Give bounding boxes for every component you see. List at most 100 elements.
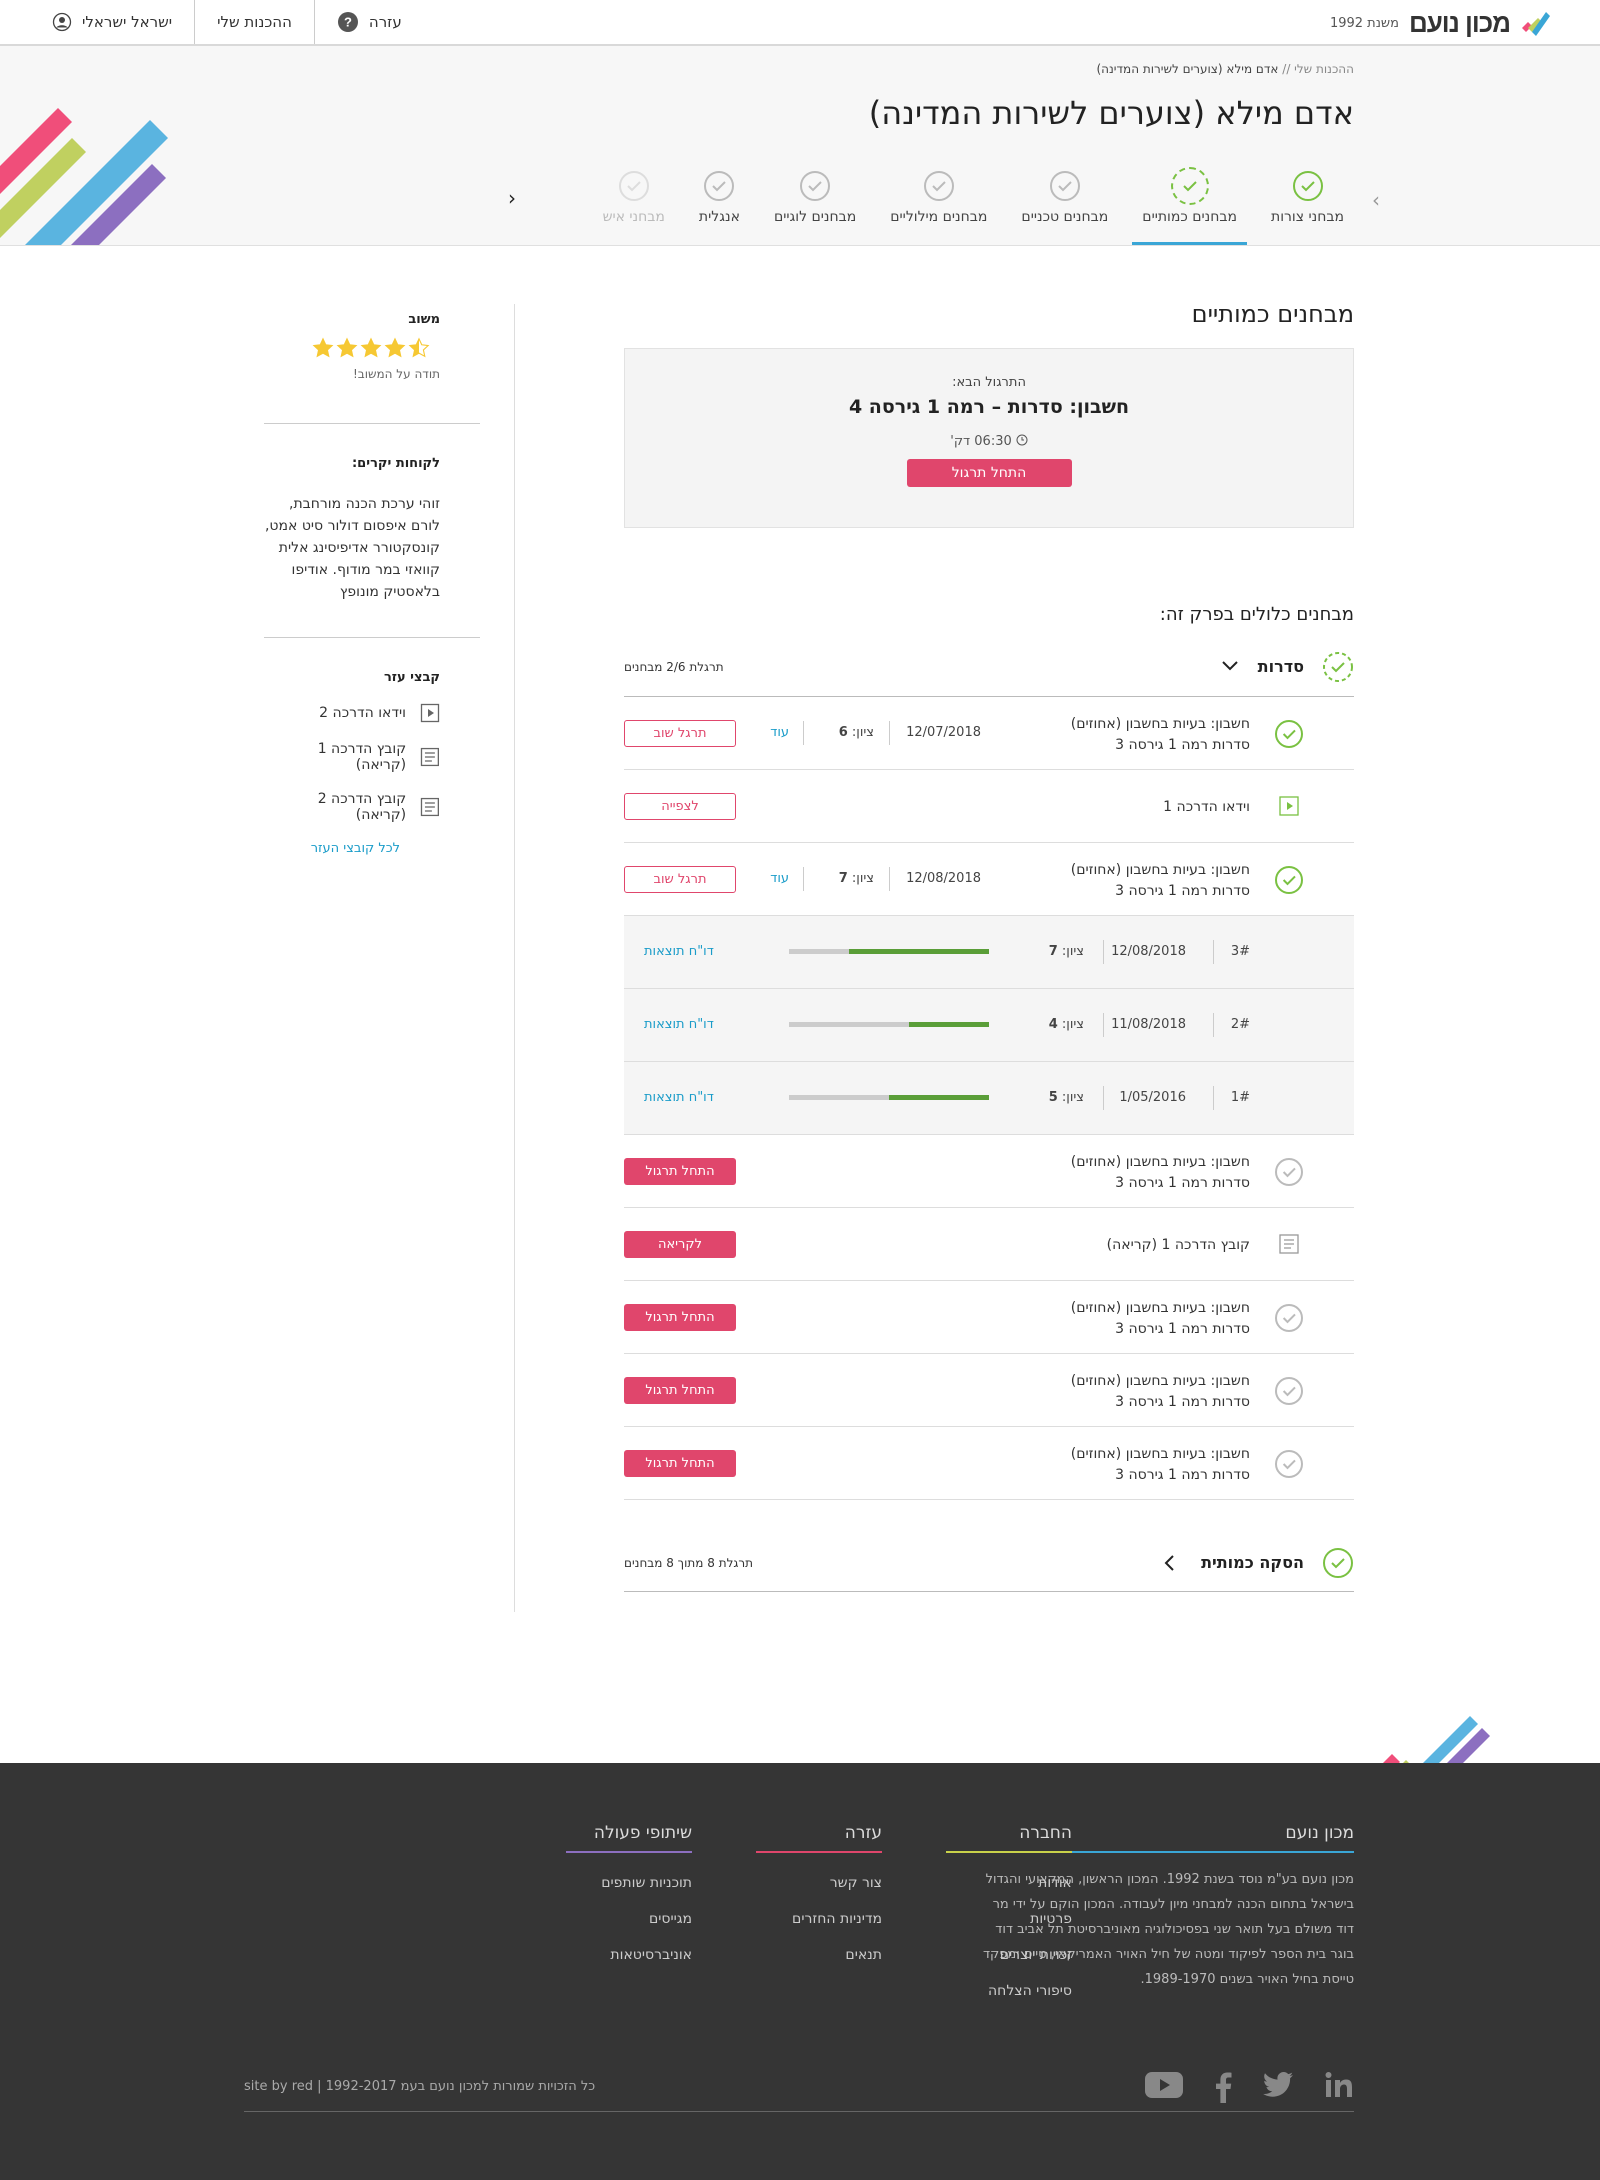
row-action-button[interactable]: לקריאה — [624, 1231, 736, 1258]
tab-label: מבחנים לוגיים — [773, 209, 857, 225]
score-value: 4 — [1048, 1017, 1058, 1032]
breadcrumb-parent[interactable]: ההכנות שלי // — [1282, 62, 1354, 76]
logo[interactable]: מכון נועם משנת 1992 — [1330, 6, 1550, 40]
more-link[interactable]: עוד — [770, 725, 789, 740]
tab-1[interactable]: מבחנים כמותיים — [1132, 167, 1248, 245]
chevron-down-icon[interactable] — [1221, 659, 1239, 673]
chevron-left-icon[interactable] — [1162, 1554, 1176, 1572]
group-header-quantitative-reasoning[interactable]: הסקה כמותית תרגלת 8 מתוך 8 מבחנים — [624, 1500, 1354, 1592]
attempt-score: ציון: 4 — [1049, 1017, 1084, 1032]
footer-link[interactable]: פרטיות — [946, 1911, 1072, 1927]
breadcrumb: ההכנות שלי // אדם מילא (צוערים לשירות המ… — [1096, 62, 1354, 76]
footer-link[interactable]: זכויות יוצרים — [946, 1947, 1072, 1963]
attempt-date: 12/08/2018 — [1111, 944, 1186, 959]
item-title: קובץ הדרכה 1 (קריאה) — [1106, 1237, 1250, 1253]
attempt-row: 1# 1/05/2016 ציון: 5 דו"ח תוצאות — [624, 1062, 1354, 1135]
more-link[interactable]: עוד — [770, 871, 789, 886]
tab-5[interactable]: אנגלית — [689, 171, 750, 245]
help-file-item[interactable]: קובץ הדרכה 1 (קריאה) — [264, 741, 440, 773]
row-action-button[interactable]: התחל תרגול — [624, 1450, 736, 1477]
score-bar-fill — [909, 1022, 989, 1027]
row-action-button[interactable]: לצפייה — [624, 793, 736, 820]
tab-3[interactable]: מבחנים מילוליים — [880, 171, 997, 245]
star-icon[interactable] — [312, 337, 334, 359]
my-preparations-label: ההכנות שלי — [217, 13, 292, 31]
row-action-button[interactable]: תרגל שוב — [624, 720, 736, 747]
group-progress: תרגלת 8 מתוך 8 מבחנים — [624, 1556, 754, 1570]
check-circle-icon — [1323, 1548, 1353, 1578]
separator — [889, 721, 890, 745]
tabs-prev-arrow[interactable]: › — [1372, 188, 1380, 212]
item-title: וידאו הדרכה 1 — [1163, 799, 1250, 815]
help-link[interactable]: ? עזרה — [315, 0, 424, 44]
my-preparations-link[interactable]: ההכנות שלי — [195, 0, 315, 44]
results-report-link[interactable]: דו"ח תוצאות — [644, 1090, 714, 1105]
top-bar: מכון נועם משנת 1992 ישראל ישראלי ההכנות … — [0, 0, 1600, 46]
help-file-item[interactable]: קובץ הדרכה 2 (קריאה) — [264, 791, 440, 823]
logo-icon — [1522, 12, 1550, 36]
row-action-button[interactable]: התחל תרגול — [624, 1304, 736, 1331]
test-title: חשבון: בעיות בחשבון (אחוזים) — [1070, 1373, 1250, 1389]
footer-link[interactable]: סיפורי הצלחה — [946, 1983, 1072, 1999]
star-icon[interactable] — [384, 337, 406, 359]
footer-link[interactable]: אוניברסיטאות — [566, 1947, 692, 1963]
score-bar — [789, 1022, 989, 1027]
check-circle-icon — [1170, 167, 1209, 205]
video-row: וידאו הדרכה 1 לצפייה — [624, 770, 1354, 843]
tab-6[interactable]: מבחני איש — [593, 171, 675, 245]
footer-link[interactable]: מדיניות החזרים — [756, 1911, 882, 1927]
footer-link[interactable]: צור קשר — [756, 1875, 882, 1891]
score-value: 6 — [838, 725, 848, 740]
all-files-link[interactable]: לכל קובצי העזר — [264, 841, 400, 856]
linkedin-icon[interactable] — [1324, 2071, 1354, 2099]
start-practice-button[interactable]: התחל תרגול — [906, 459, 1072, 487]
sidebar: משוב תודה על המשוב! לקוחות יקרים: זוהי ע… — [264, 300, 480, 856]
user-menu[interactable]: ישראל ישראלי — [30, 0, 196, 44]
footer-link[interactable]: מגייסים — [566, 1911, 692, 1927]
test-text: חשבון: בעיות בחשבון (אחוזים) סדרות רמה 1 … — [1071, 714, 1250, 756]
attempt-date: 11/08/2018 — [1111, 1017, 1186, 1032]
tab-4[interactable]: מבחנים לוגיים — [764, 171, 866, 245]
test-row: חשבון: בעיות בחשבון (אחוזים) סדרות רמה 1 … — [624, 697, 1354, 770]
tab-0[interactable]: מבחני צורות — [1261, 171, 1354, 245]
results-report-link[interactable]: דו"ח תוצאות — [644, 944, 714, 959]
star-icon[interactable] — [336, 337, 358, 359]
next-practice-box: התרגול הבא: חשבון: סדרות – רמה 1 גירסה 4… — [624, 348, 1354, 528]
copyright: site by red | 1992-2017 כל הזכויות שמורו… — [244, 2079, 596, 2094]
tab-label: מבחנים כמותיים — [1142, 209, 1238, 225]
test-title: חשבון: בעיות בחשבון (אחוזים) — [1070, 1446, 1250, 1462]
footer-link[interactable]: אודות — [946, 1875, 1072, 1891]
test-text: חשבון: בעיות בחשבון (אחוזים) סדרות רמה 1 … — [1071, 1444, 1250, 1486]
footer-link[interactable]: תוכניות שותפים — [566, 1875, 692, 1891]
separator — [1103, 1086, 1104, 1110]
separator — [1103, 940, 1104, 964]
tabs-next-arrow[interactable]: ‹ — [508, 186, 516, 210]
footer-column-title: החברה — [946, 1823, 1072, 1853]
test-subtitle: סדרות רמה 1 גירסה 3 — [1115, 1394, 1250, 1410]
twitter-icon[interactable] — [1262, 2071, 1294, 2099]
help-file-label: וידאו הדרכה 2 — [319, 705, 406, 721]
decorative-stripes — [0, 108, 168, 245]
group-header-series[interactable]: סדרות תרגלת 2/6 מבחנים — [624, 647, 1354, 697]
files-title: קבצי עזר — [383, 670, 440, 685]
results-report-link[interactable]: דו"ח תוצאות — [644, 1017, 714, 1032]
sidebar-divider-1 — [264, 423, 480, 424]
footer-link[interactable]: תנאים — [756, 1947, 882, 1963]
main-content: מבחנים כמותיים התרגול הבא: חשבון: סדרות … — [624, 300, 1354, 1592]
test-title: חשבון: בעיות בחשבון (אחוזים) — [1070, 862, 1250, 878]
row-action-button[interactable]: התחל תרגול — [624, 1158, 736, 1185]
facebook-icon[interactable] — [1214, 2071, 1232, 2103]
youtube-icon[interactable] — [1144, 2071, 1184, 2099]
rating-stars[interactable] — [312, 337, 440, 359]
star-icon[interactable] — [408, 337, 430, 359]
star-icon[interactable] — [360, 337, 382, 359]
tab-2[interactable]: מבחנים טכניים — [1011, 171, 1118, 245]
feedback-thanks: תודה על המשוב! — [352, 367, 440, 381]
attempt-row: 2# 11/08/2018 ציון: 4 דו"ח תוצאות — [624, 989, 1354, 1062]
help-file-item[interactable]: וידאו הדרכה 2 — [264, 703, 440, 723]
next-practice-title: חשבון: סדרות – רמה 1 גירסה 4 — [848, 396, 1130, 418]
check-circle-icon — [1275, 1304, 1303, 1332]
row-action-button[interactable]: תרגל שוב — [624, 866, 736, 893]
row-action-button[interactable]: התחל תרגול — [624, 1377, 736, 1404]
test-text: חשבון: בעיות בחשבון (אחוזים) סדרות רמה 1 … — [1071, 1371, 1250, 1413]
